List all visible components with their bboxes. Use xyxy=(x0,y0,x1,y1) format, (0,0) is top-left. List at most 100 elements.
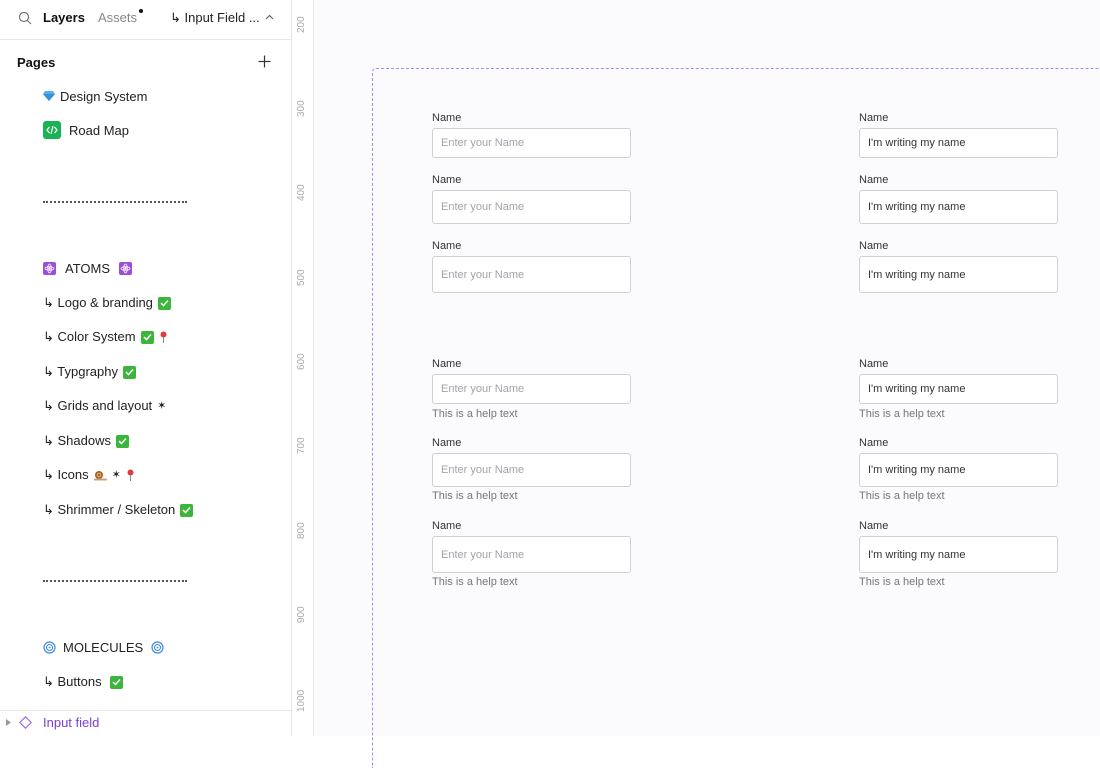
help-text: This is a help text xyxy=(432,576,518,588)
ruler-label: 400 xyxy=(296,184,307,201)
ruler-label: 1000 xyxy=(296,689,307,712)
page-item-shadows[interactable]: ↳ Shadows xyxy=(43,432,129,450)
input-field-with-help[interactable]: Name Enter your Name This is a help text xyxy=(432,437,632,507)
help-text: This is a help text xyxy=(432,408,518,420)
code-icon xyxy=(43,121,61,139)
text-input[interactable]: Enter your Name xyxy=(432,128,631,158)
text-input[interactable]: I'm writing my name xyxy=(859,536,1058,573)
layer-label: Input field xyxy=(43,715,100,730)
help-text: This is a help text xyxy=(859,490,945,502)
text-input[interactable]: Enter your Name xyxy=(432,256,631,293)
input-field-filled[interactable]: Name I'm writing my name xyxy=(859,112,1059,162)
add-page-icon[interactable] xyxy=(258,55,271,68)
atom-icon xyxy=(43,261,56,275)
text-input[interactable]: Enter your Name xyxy=(432,190,631,224)
text-input[interactable]: I'm writing my name xyxy=(859,453,1058,487)
panel-topbar: Layers Assets ↳ Input Field ... xyxy=(0,0,291,40)
ruler-label: 500 xyxy=(296,269,307,286)
help-text: This is a help text xyxy=(859,408,945,420)
page-item-road-map[interactable]: Road Map xyxy=(43,121,129,139)
field-label: Name xyxy=(859,358,889,370)
page-item-label: MOLECULES xyxy=(63,639,144,655)
text-input[interactable]: I'm writing my name xyxy=(859,128,1058,158)
field-label: Name xyxy=(432,358,462,370)
page-item-label: ↳ Color System xyxy=(43,329,136,344)
sparkle-icon: ✶ xyxy=(157,399,167,412)
field-label: Name xyxy=(432,240,462,252)
pages-header: Pages xyxy=(17,55,56,70)
ruler-label: 300 xyxy=(296,100,307,117)
page-item-label: ↳ Shrimmer / Skeleton xyxy=(43,502,176,517)
page-item-shimmer-skeleton[interactable]: ↳ Shrimmer / Skeleton xyxy=(43,501,194,519)
page-item-color-system[interactable]: ↳ Color System xyxy=(43,328,168,346)
field-label: Name xyxy=(859,240,889,252)
field-label: Name xyxy=(432,174,462,186)
page-item-typography[interactable]: ↳ Typgraphy xyxy=(43,363,136,381)
sparkle-icon: ✶ xyxy=(111,468,121,481)
ruler-label: 200 xyxy=(296,16,307,33)
field-label: Name xyxy=(859,174,889,186)
text-input[interactable]: I'm writing my name xyxy=(859,374,1058,404)
page-item-icons[interactable]: ↳ Icons ✶ xyxy=(43,466,135,484)
input-field-with-help[interactable]: Name Enter your Name This is a help text xyxy=(432,520,632,592)
input-field-filled-with-help[interactable]: Name I'm writing my name This is a help … xyxy=(859,358,1059,424)
tab-assets[interactable]: Assets xyxy=(98,10,137,25)
page-item-label: ↳ Buttons xyxy=(43,674,102,689)
input-field-default[interactable]: Name Enter your Name xyxy=(432,112,632,162)
pin-icon xyxy=(127,469,134,481)
page-item-atoms[interactable]: ATOMS xyxy=(43,259,133,277)
field-label: Name xyxy=(432,520,462,532)
cyclone-icon xyxy=(43,640,56,654)
assets-notification-dot xyxy=(139,9,143,13)
page-separator xyxy=(43,201,187,203)
page-separator xyxy=(43,580,187,582)
pin-icon xyxy=(160,331,167,343)
chevron-up-icon[interactable] xyxy=(265,14,274,20)
text-input[interactable]: I'm writing my name xyxy=(859,256,1058,293)
input-field-default[interactable]: Name Enter your Name xyxy=(432,240,632,296)
input-field-filled[interactable]: Name I'm writing my name xyxy=(859,240,1059,296)
check-icon xyxy=(109,675,123,689)
text-input[interactable]: Enter your Name xyxy=(432,453,631,487)
page-item-grids-layout[interactable]: ↳ Grids and layout ✶ xyxy=(43,397,166,415)
page-item-label: ↳ Grids and layout xyxy=(43,398,153,413)
input-field-with-help[interactable]: Name Enter your Name This is a help text xyxy=(432,358,632,424)
field-label: Name xyxy=(859,437,889,449)
field-label: Name xyxy=(859,520,889,532)
field-label: Name xyxy=(859,112,889,124)
search-icon[interactable] xyxy=(18,11,32,25)
cyclone-icon xyxy=(151,640,164,654)
page-item-label: ↳ Icons xyxy=(43,467,89,482)
help-text: This is a help text xyxy=(432,490,518,502)
page-item-label: Design System xyxy=(60,88,148,104)
layers-panel: Layers Assets ↳ Input Field ... Pages De… xyxy=(0,0,292,736)
check-icon xyxy=(122,365,136,379)
page-item-buttons[interactable]: ↳ Buttons xyxy=(43,673,123,691)
check-icon xyxy=(157,296,171,310)
check-icon xyxy=(180,503,194,517)
design-canvas[interactable]: Name Enter your Name Name Enter your Nam… xyxy=(315,0,1100,768)
page-item-label: Road Map xyxy=(69,122,129,138)
input-field-filled-with-help[interactable]: Name I'm writing my name This is a help … xyxy=(859,437,1059,507)
page-item-label: ↳ Typgraphy xyxy=(43,364,118,379)
ruler-label: 700 xyxy=(296,437,307,454)
text-input[interactable]: Enter your Name xyxy=(432,536,631,573)
page-item-molecules[interactable]: MOLECULES xyxy=(43,638,164,656)
page-item-logo-branding[interactable]: ↳ Logo & branding xyxy=(43,294,171,312)
atom-icon xyxy=(119,261,133,275)
input-field-default[interactable]: Name Enter your Name xyxy=(432,174,632,226)
ruler-label: 900 xyxy=(296,606,307,623)
check-icon xyxy=(140,330,154,344)
ruler-label: 600 xyxy=(296,353,307,370)
input-field-filled-with-help[interactable]: Name I'm writing my name This is a help … xyxy=(859,520,1059,592)
ruler-label: 800 xyxy=(296,522,307,539)
page-item-design-system[interactable]: Design System xyxy=(43,87,147,105)
input-field-filled[interactable]: Name I'm writing my name xyxy=(859,174,1059,226)
tab-layers[interactable]: Layers xyxy=(43,10,85,25)
layer-row-input-field[interactable]: Input field xyxy=(0,710,291,736)
text-input[interactable]: I'm writing my name xyxy=(859,190,1058,224)
caret-right-icon[interactable] xyxy=(6,719,11,726)
page-switcher[interactable]: ↳ Input Field ... xyxy=(170,10,260,26)
text-input[interactable]: Enter your Name xyxy=(432,374,631,404)
field-label: Name xyxy=(432,112,462,124)
